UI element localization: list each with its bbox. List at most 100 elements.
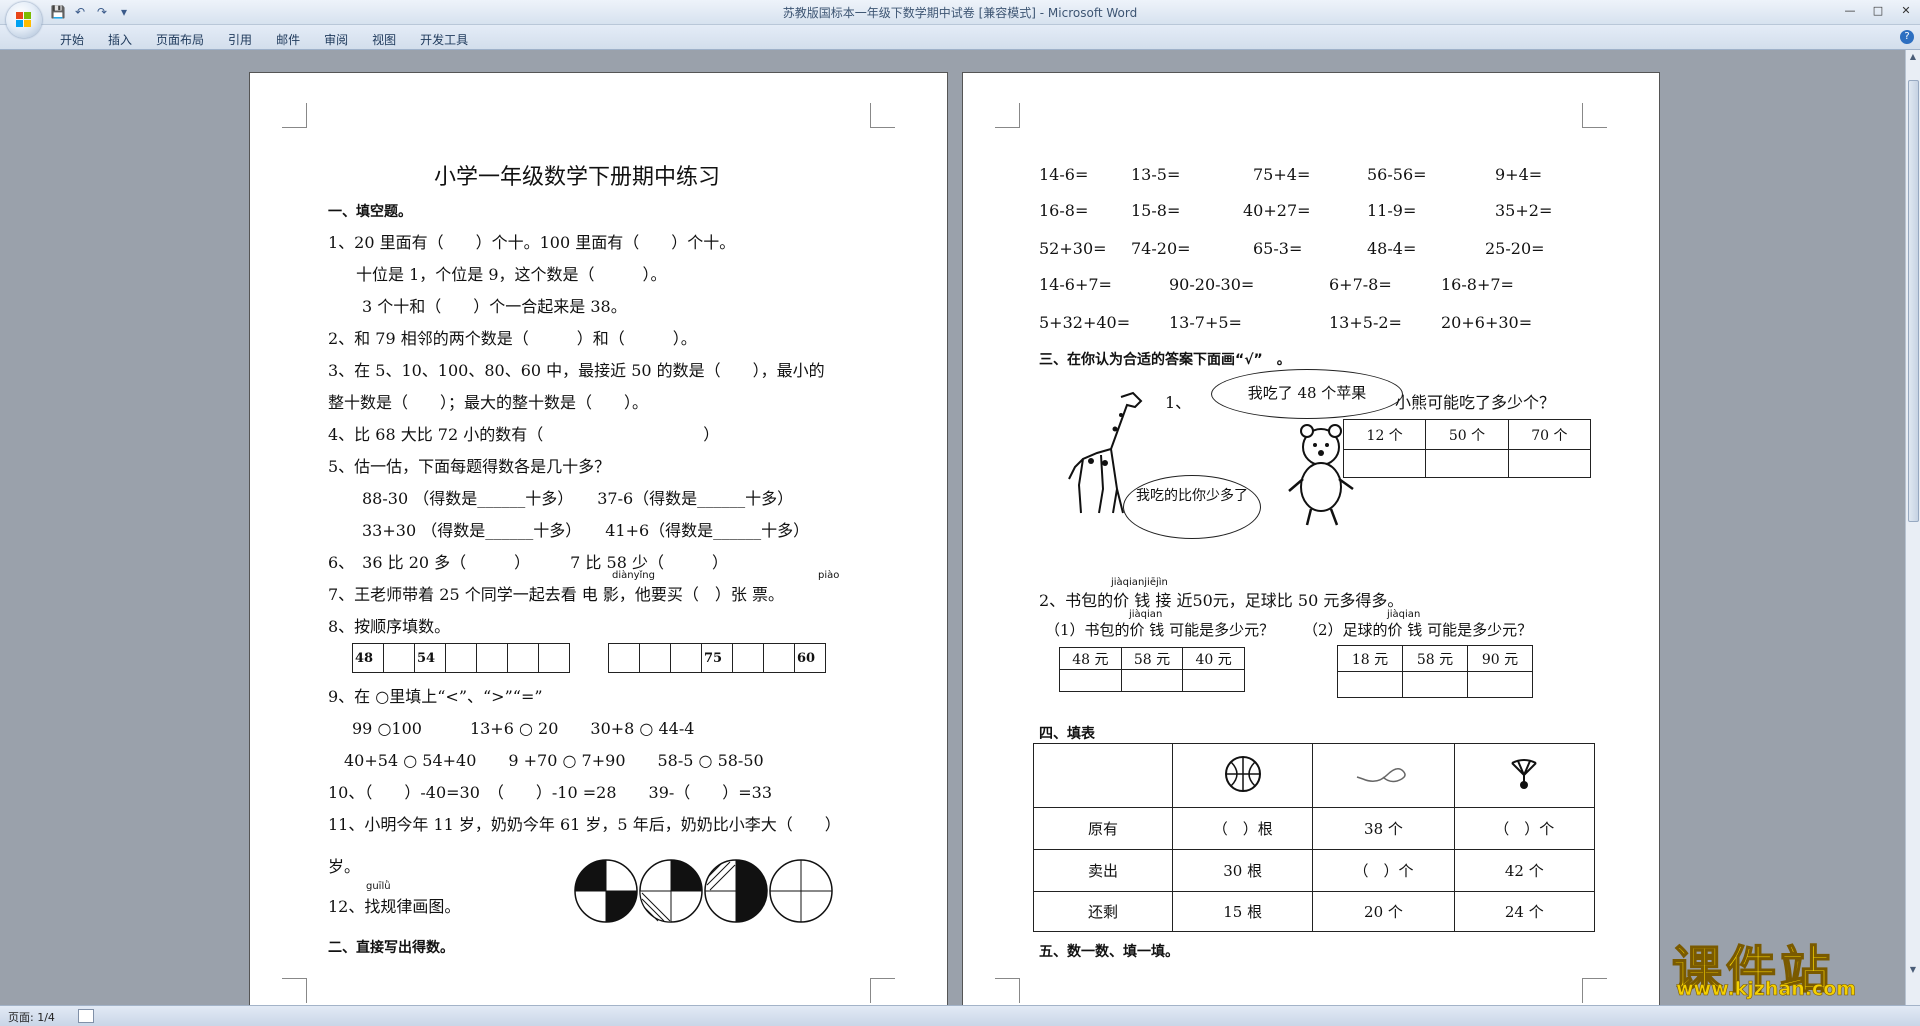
- question-line: 2、和 79 相邻的两个数是（ ）和（ ）。: [328, 329, 697, 348]
- jump-rope-icon: [1357, 767, 1407, 782]
- speech-bubble-giraffe: 我吃了 48 个苹果: [1211, 369, 1403, 419]
- tab-insert[interactable]: 插入: [96, 29, 144, 50]
- question-number: 1、: [1165, 393, 1192, 412]
- sequence-box[interactable]: [639, 643, 671, 673]
- answer-cell[interactable]: [1467, 671, 1533, 698]
- speech-bubble-bear: 我吃的比你少多了: [1123, 475, 1261, 539]
- calc-item: 74-20=: [1131, 239, 1191, 258]
- title-bar: 💾 ↶ ↷ ▾ 苏教版国标本一年级下数学期中试卷 [兼容模式] - Micros…: [0, 0, 1920, 25]
- sequence-box[interactable]: 54: [414, 643, 446, 673]
- crop-mark: [870, 978, 895, 1003]
- scroll-up-icon[interactable]: ▲: [1908, 52, 1918, 62]
- office-logo-icon: [16, 12, 32, 28]
- answer-cell[interactable]: [1182, 669, 1245, 692]
- header-cell: [1171, 743, 1314, 808]
- table-cell[interactable]: （ ）个: [1453, 807, 1596, 850]
- table-cell: 38 个: [1312, 807, 1455, 850]
- question-line: 4、比 68 大比 72 小的数有（ ）: [328, 425, 720, 444]
- sequence-box[interactable]: [670, 643, 702, 673]
- calc-item: 16-8=: [1039, 201, 1089, 220]
- sequence-box[interactable]: [538, 643, 570, 673]
- bear-options-table: 12 个 50 个 70 个: [1342, 419, 1592, 478]
- tab-references[interactable]: 引用: [216, 29, 264, 50]
- close-button[interactable]: ✕: [1892, 0, 1920, 20]
- maximize-button[interactable]: □: [1864, 0, 1892, 20]
- table-cell[interactable]: （ ）个: [1312, 849, 1455, 892]
- section-heading: 二、直接写出得数。: [328, 940, 454, 956]
- question-line: 3、在 5、10、100、80、60 中，最接近 50 的数是（ ），最小的: [328, 361, 825, 380]
- sequence-box[interactable]: 75: [701, 643, 733, 673]
- sequence-box[interactable]: [476, 643, 508, 673]
- pattern-circle: [639, 859, 703, 923]
- page-1: 小学一年级数学下册期中练习 一、填空题。 1、20 里面有（ ）个十。100 里…: [249, 72, 948, 1014]
- sequence-box[interactable]: 48: [352, 643, 384, 673]
- page-2: 14-6= 13-5= 75+4= 56-56= 9+4= 16-8= 15-8…: [962, 72, 1660, 1014]
- pinyin: guīlǜ: [366, 881, 391, 892]
- tab-developer[interactable]: 开发工具: [408, 29, 480, 50]
- calc-item: 13-7+5=: [1169, 313, 1242, 332]
- question-line: 40+54 ○ 54+40 9 +70 ○ 7+90 58-5 ○ 58-50: [344, 751, 764, 770]
- option-cell: 70 个: [1507, 419, 1592, 450]
- sequence-box[interactable]: 60: [794, 643, 826, 673]
- row-label: 卖出: [1033, 849, 1173, 892]
- calc-item: 15-8=: [1131, 201, 1181, 220]
- question-line: 6、 36 比 20 多（ ） 7 比 58 少（ ）: [328, 553, 728, 572]
- crop-mark: [870, 103, 895, 128]
- sequence-box[interactable]: [383, 643, 415, 673]
- calc-item: 14-6=: [1039, 165, 1089, 184]
- scroll-down-icon[interactable]: ▼: [1908, 965, 1918, 975]
- answer-cell[interactable]: [1120, 669, 1184, 692]
- minimize-button[interactable]: —: [1836, 0, 1864, 20]
- answer-cell[interactable]: [1425, 449, 1509, 478]
- sequence-boxes-2: 75 60: [608, 643, 826, 673]
- table-cell[interactable]: （ ）根: [1171, 807, 1314, 850]
- answer-cell[interactable]: [1402, 671, 1468, 698]
- page-title: 小学一年级数学下册期中练习: [434, 165, 721, 190]
- calc-item: 16-8+7=: [1441, 275, 1514, 294]
- question-line: 99 ○100 13+6 ○ 20 30+8 ○ 44-4: [352, 719, 695, 738]
- question-line: 5、估一估，下面每题得数各是几十多？: [328, 457, 611, 476]
- calc-item: 14-6+7=: [1039, 275, 1112, 294]
- pinyin: piào: [818, 570, 840, 581]
- question-line: 88-30 （得数是______十多） 37-6（得数是______十多）: [362, 489, 794, 508]
- table-cell: 20 个: [1312, 891, 1455, 932]
- football-price-table: 18 元 58 元 90 元: [1337, 645, 1533, 698]
- calc-item: 5+32+40=: [1039, 313, 1131, 332]
- calc-item: 40+27=: [1243, 201, 1311, 220]
- sequence-box[interactable]: [507, 643, 539, 673]
- ribbon: 开始 插入 页面布局 引用 邮件 审阅 视图 开发工具 ?: [0, 25, 1920, 50]
- crop-mark: [282, 103, 307, 128]
- vertical-scrollbar[interactable]: ▲ ▼: [1905, 50, 1920, 1005]
- tab-mailings[interactable]: 邮件: [264, 29, 312, 50]
- header-cell: [1312, 743, 1455, 808]
- answer-cell[interactable]: [1337, 671, 1403, 698]
- tab-review[interactable]: 审阅: [312, 29, 360, 50]
- question-line: 7、王老师带着 25 个同学一起去看 电 影，他要买（ ）张 票。: [328, 585, 784, 604]
- crop-mark: [995, 103, 1020, 128]
- office-button[interactable]: [6, 2, 42, 38]
- window-controls: — □ ✕: [1836, 0, 1920, 20]
- tab-page-layout[interactable]: 页面布局: [144, 29, 216, 50]
- calc-item: 35+2=: [1495, 201, 1553, 220]
- answer-cell[interactable]: [1342, 449, 1427, 478]
- sequence-box[interactable]: [445, 643, 477, 673]
- answer-cell[interactable]: [1059, 669, 1122, 692]
- help-icon[interactable]: ?: [1900, 30, 1914, 44]
- answer-cell[interactable]: [1507, 449, 1592, 478]
- pattern-circle[interactable]: [769, 859, 833, 923]
- sequence-box[interactable]: [732, 643, 764, 673]
- section-heading: 一、填空题。: [328, 204, 412, 220]
- question-line: 8、按顺序填数。: [328, 617, 451, 636]
- tab-view[interactable]: 视图: [360, 29, 408, 50]
- tab-home[interactable]: 开始: [48, 29, 96, 50]
- question-line: 整十数是（ ）；最大的整十数是（ ）。: [328, 393, 649, 412]
- scrollbar-thumb[interactable]: [1908, 80, 1919, 522]
- sequence-box[interactable]: [763, 643, 795, 673]
- page-number-indicator[interactable]: 页面: 1/4: [8, 1009, 55, 1025]
- calc-item: 11-9=: [1367, 201, 1417, 220]
- header-blank-cell: [1033, 743, 1173, 808]
- macro-record-icon[interactable]: [78, 1009, 94, 1023]
- sequence-box[interactable]: [608, 643, 640, 673]
- calc-item: 90-20-30=: [1169, 275, 1255, 294]
- option-cell: 58 元: [1120, 647, 1184, 670]
